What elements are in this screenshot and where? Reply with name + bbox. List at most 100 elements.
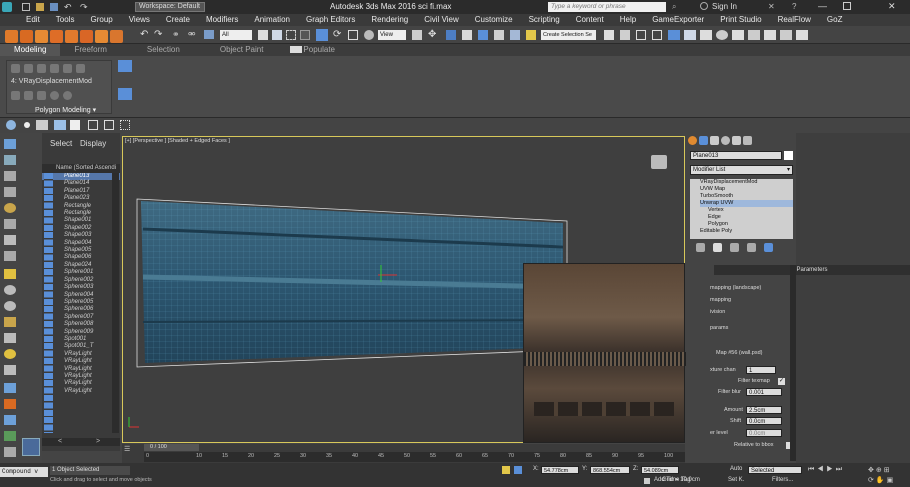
key-filters-button[interactable]: Filters... (772, 477, 793, 483)
shift-input[interactable]: 0.0cm (746, 417, 782, 425)
utilities-tab-icon[interactable] (743, 136, 752, 145)
stack-item[interactable]: TurboSmooth (700, 193, 793, 200)
vray-lights-icon[interactable] (796, 30, 808, 40)
list-item[interactable]: Spot001 (42, 336, 120, 343)
edge-mode-icon[interactable] (50, 64, 59, 73)
add-time-tag-button[interactable]: Add Time Tag (654, 477, 691, 483)
absolute-mode-icon[interactable] (514, 466, 522, 474)
strip-proxy-icon[interactable] (4, 447, 16, 457)
tab-object-paint[interactable]: Object Paint (194, 44, 278, 56)
list-item[interactable]: Shape006 (42, 254, 120, 261)
strip-scatter-icon[interactable] (4, 431, 16, 441)
list-item[interactable]: Sphere009 (42, 329, 120, 336)
menu-create[interactable]: Create (158, 14, 198, 26)
render-setup-toolbar-icon[interactable] (716, 30, 728, 40)
stack-item[interactable]: Vertex (700, 207, 793, 214)
strip-sun-icon[interactable] (4, 349, 16, 359)
list-item[interactable]: Spot001_T (42, 343, 120, 350)
scroll-left-icon[interactable]: < (58, 438, 62, 445)
strip-select-icon[interactable] (4, 139, 16, 149)
scale-icon[interactable] (348, 30, 358, 40)
list-item[interactable]: Sphere003 (42, 284, 120, 291)
y-coordinate-field[interactable]: 868.554cm (590, 466, 630, 474)
tab-freeform[interactable]: Freeform (60, 44, 120, 56)
user-icon[interactable] (700, 2, 708, 10)
scene-explorer-icon[interactable] (6, 120, 16, 130)
menu-help[interactable]: Help (612, 14, 644, 26)
menu-content[interactable]: Content (568, 14, 612, 26)
select-link-icon[interactable]: ⚭ (172, 29, 180, 40)
link-icon[interactable] (5, 30, 18, 43)
playback-controls[interactable]: ⏮◀▶⏭ (808, 466, 845, 474)
horizontal-scrollbar[interactable]: < > (42, 438, 120, 446)
mini-curve-icon[interactable]: ☰ (124, 445, 132, 453)
key-filter-dropdown[interactable]: Selected (748, 466, 802, 474)
timeline[interactable]: ☰ 0 / 100 0 10 15 20 25 30 35 40 45 50 5… (122, 444, 685, 463)
maxscript-listener[interactable]: Compound v (0, 467, 48, 477)
list-item[interactable]: VRayLight (42, 380, 120, 387)
make-unique-icon[interactable] (730, 243, 739, 252)
hierarchy-tab-icon[interactable] (710, 136, 719, 145)
new-file-icon[interactable] (22, 3, 30, 11)
ribbon-pin-icon[interactable] (118, 60, 132, 72)
strip-box-icon[interactable] (4, 269, 16, 279)
ignore-backfacing-icon[interactable] (50, 91, 59, 100)
list-item[interactable]: Shape005 (42, 247, 120, 254)
strip-cylinder-icon[interactable] (4, 301, 16, 311)
help-icon[interactable]: ✕ (768, 2, 775, 11)
texture-chan-input[interactable]: 1 (746, 366, 776, 374)
ribbon-options-icon[interactable] (290, 46, 302, 53)
menu-scripting[interactable]: Scripting (521, 14, 568, 26)
list-item[interactable]: Sphere007 (42, 314, 120, 321)
unlink-icon[interactable] (20, 30, 33, 43)
show-end-result-stack-icon[interactable] (713, 243, 722, 252)
window-crossing-icon[interactable] (300, 30, 310, 40)
column-header[interactable]: Name (Sorted Ascendi (42, 164, 120, 173)
strip-helper-icon[interactable] (4, 235, 16, 245)
list-item[interactable]: VRayLight (42, 366, 120, 373)
vertex-mode-icon[interactable] (37, 64, 46, 73)
list-item[interactable]: Shape004 (42, 240, 120, 247)
filter-texmap-checkbox[interactable]: ✓ (778, 378, 785, 385)
list-item[interactable]: Sphere004 (42, 292, 120, 299)
display-geometry-icon[interactable] (36, 120, 48, 130)
layer-explorer-icon[interactable] (636, 30, 646, 40)
rendered-frame-window-icon[interactable] (732, 30, 744, 40)
list-item[interactable]: Rectangle (42, 203, 120, 210)
z-coordinate-field[interactable]: 54.089cm (641, 466, 679, 474)
strip-rotate-icon[interactable] (4, 171, 16, 181)
ribbon-expand-icon[interactable] (118, 88, 132, 100)
scrollbar[interactable] (112, 173, 119, 433)
menu-modifiers[interactable]: Modifiers (198, 14, 246, 26)
scene-explorer-preview[interactable] (22, 438, 40, 456)
redo-icon[interactable]: ↷ (80, 2, 88, 13)
app-logo-icon[interactable] (2, 2, 12, 12)
menu-goz[interactable]: GoZ (819, 14, 851, 26)
redo-toolbar-icon[interactable]: ↷ (154, 29, 162, 40)
time-slider[interactable]: 0 / 100 (144, 444, 199, 451)
strip-move-icon[interactable] (4, 155, 16, 165)
previous-modifier-icon[interactable] (11, 64, 20, 73)
list-item[interactable]: Sphere005 (42, 299, 120, 306)
remove-modifier-icon[interactable] (747, 243, 756, 252)
menu-tools[interactable]: Tools (48, 14, 83, 26)
strip-sphere-icon[interactable] (4, 285, 16, 295)
snaps-toggle-icon[interactable] (462, 30, 472, 40)
menu-rendering[interactable]: Rendering (363, 14, 416, 26)
motion-tab-icon[interactable] (721, 136, 730, 145)
display-helpers-icon[interactable] (104, 120, 114, 130)
strip-render-icon[interactable] (4, 399, 16, 409)
unlink-selection-icon[interactable]: ⚮ (188, 29, 196, 40)
strip-shape-icon[interactable] (4, 251, 16, 261)
polygon-mode-icon[interactable] (76, 64, 85, 73)
filter-blur-input[interactable]: 0.001 (746, 388, 782, 396)
close-icon[interactable]: ✕ (888, 1, 896, 12)
set-key-button[interactable]: Set K. (728, 477, 744, 483)
list-item[interactable]: Sphere002 (42, 277, 120, 284)
strip-camera-icon[interactable] (4, 219, 16, 229)
orbit-controls[interactable]: ⟳✋▣ (868, 476, 895, 484)
object-color-swatch[interactable] (784, 151, 793, 160)
rollout-scrollbar[interactable] (790, 265, 796, 461)
scroll-right-icon[interactable]: > (96, 438, 100, 445)
spinner-snap-icon[interactable] (510, 30, 520, 40)
